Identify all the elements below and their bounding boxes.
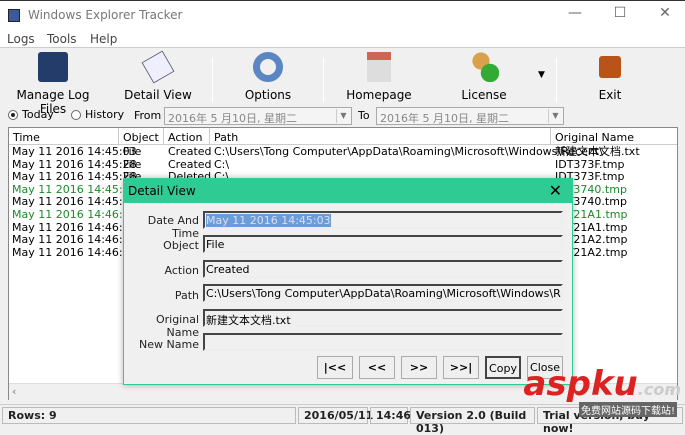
dialog-close-icon[interactable]: ✕ bbox=[549, 181, 562, 200]
log-files-icon bbox=[38, 52, 68, 82]
cell-object: File bbox=[123, 145, 142, 158]
maximize-button[interactable]: ☐ bbox=[605, 5, 635, 25]
history-label: History bbox=[85, 108, 125, 121]
key-icon bbox=[469, 52, 499, 82]
from-label: From bbox=[134, 109, 162, 122]
date-filter-bar: Today History From 2016年 5 月10日, 星期二 ▼ To… bbox=[0, 104, 685, 126]
copy-button[interactable]: Copy bbox=[485, 356, 521, 379]
chevron-down-icon[interactable]: ▼ bbox=[336, 109, 350, 123]
field-object[interactable]: File bbox=[203, 235, 563, 253]
exit-icon bbox=[599, 56, 621, 78]
cell-time: May 11 2016 14:46:28 bbox=[12, 233, 137, 247]
history-radio[interactable] bbox=[71, 110, 81, 120]
cell-time: May 11 2016 14:45:03 bbox=[12, 145, 137, 158]
column-header-path[interactable]: Path bbox=[210, 128, 551, 145]
status-version: Version 2.0 (Build 013) bbox=[410, 407, 535, 435]
to-label: To bbox=[358, 109, 370, 122]
detail-view-button[interactable]: Detail View bbox=[122, 50, 194, 102]
label-original-name: Original Name bbox=[155, 313, 199, 339]
column-header-time[interactable]: Time bbox=[9, 128, 119, 145]
first-record-button[interactable]: |<< bbox=[317, 356, 353, 379]
label-object: Object bbox=[163, 239, 199, 252]
cell-name: 新建文本文档.txt bbox=[555, 145, 640, 158]
column-header-object[interactable]: Object bbox=[119, 128, 164, 145]
toolbar-separator bbox=[556, 58, 557, 102]
menu-tools[interactable]: Tools bbox=[47, 32, 77, 46]
license-button[interactable]: License bbox=[460, 52, 508, 102]
field-date-time[interactable]: May 11 2016 14:45:03 bbox=[203, 211, 563, 229]
status-date: 2016/05/11 bbox=[298, 407, 373, 424]
label-new-name: New Name bbox=[139, 338, 199, 351]
scroll-left-icon[interactable]: ‹ bbox=[12, 385, 16, 398]
field-new-name[interactable] bbox=[203, 333, 563, 351]
minimize-button[interactable]: — bbox=[560, 5, 590, 25]
title-bar: Windows Explorer Tracker — ☐ ✕ bbox=[0, 0, 685, 30]
toolbar-separator bbox=[212, 58, 213, 102]
license-dropdown-arrow-icon[interactable]: ▼ bbox=[538, 70, 545, 80]
document-icon bbox=[141, 50, 175, 84]
detail-view-dialog: Detail View ✕ Date And Time May 11 2016 … bbox=[123, 178, 573, 385]
menu-help[interactable]: Help bbox=[90, 32, 117, 46]
chevron-down-icon[interactable]: ▼ bbox=[548, 109, 562, 123]
today-label: Today bbox=[22, 108, 54, 121]
app-icon bbox=[8, 9, 20, 22]
cell-time: May 11 2016 14:46:28 bbox=[12, 245, 137, 259]
toolbar-separator bbox=[323, 58, 324, 102]
homepage-button[interactable]: Homepage bbox=[345, 52, 413, 102]
next-record-button[interactable]: >> bbox=[401, 356, 437, 379]
field-path[interactable]: C:\Users\Tong Computer\AppData\Roaming\M… bbox=[203, 284, 563, 302]
label-action: Action bbox=[164, 264, 199, 277]
close-window-button[interactable]: ✕ bbox=[650, 5, 680, 25]
toolbar: Manage Log Files Detail View Options Hom… bbox=[0, 48, 685, 116]
last-record-button[interactable]: >>| bbox=[443, 356, 479, 379]
label-path: Path bbox=[174, 289, 199, 302]
cell-path: C:\Users\Tong Computer\AppData\Roaming\M… bbox=[214, 145, 603, 158]
dialog-title-bar: Detail View ✕ bbox=[124, 179, 572, 203]
from-date-value: 2016年 5 月10日, 星期二 bbox=[168, 112, 297, 125]
field-action[interactable]: Created bbox=[203, 260, 563, 278]
gear-icon bbox=[253, 52, 283, 82]
column-header-original-name[interactable]: Original Name bbox=[551, 128, 677, 145]
today-radio[interactable] bbox=[8, 110, 18, 120]
status-rows: Rows: 9 bbox=[2, 407, 296, 424]
from-date-picker[interactable]: 2016年 5 月10日, 星期二 ▼ bbox=[164, 107, 352, 125]
status-time: 14:46 bbox=[370, 407, 411, 424]
table-row[interactable]: May 11 2016 14:45:03 File Created C:\Users\… bbox=[9, 145, 677, 159]
options-button[interactable]: Options bbox=[238, 52, 298, 102]
window-title: Windows Explorer Tracker bbox=[28, 8, 183, 22]
field-original-name[interactable]: 新建文本文档.txt bbox=[203, 309, 563, 327]
watermark-logo: aspku.com bbox=[523, 364, 681, 404]
previous-record-button[interactable]: << bbox=[359, 356, 395, 379]
to-date-picker[interactable]: 2016年 5 月10日, 星期二 ▼ bbox=[376, 107, 564, 125]
column-header-action[interactable]: Action bbox=[164, 128, 210, 145]
watermark-subtitle: 免费网站源码下载站! bbox=[578, 402, 677, 417]
cell-time: May 11 2016 14:45:28 bbox=[12, 170, 137, 184]
dialog-title: Detail View bbox=[128, 184, 196, 198]
label-date-time: Date And Time bbox=[147, 214, 199, 240]
menu-logs[interactable]: Logs bbox=[7, 32, 35, 46]
home-icon bbox=[367, 52, 391, 82]
to-date-value: 2016年 5 月10日, 星期二 bbox=[380, 112, 509, 125]
menu-bar: Logs Tools Help bbox=[0, 30, 685, 48]
exit-button[interactable]: Exit bbox=[590, 52, 630, 102]
cell-time: May 11 2016 14:46:28 bbox=[12, 208, 137, 221]
cell-action: Created bbox=[168, 145, 212, 158]
